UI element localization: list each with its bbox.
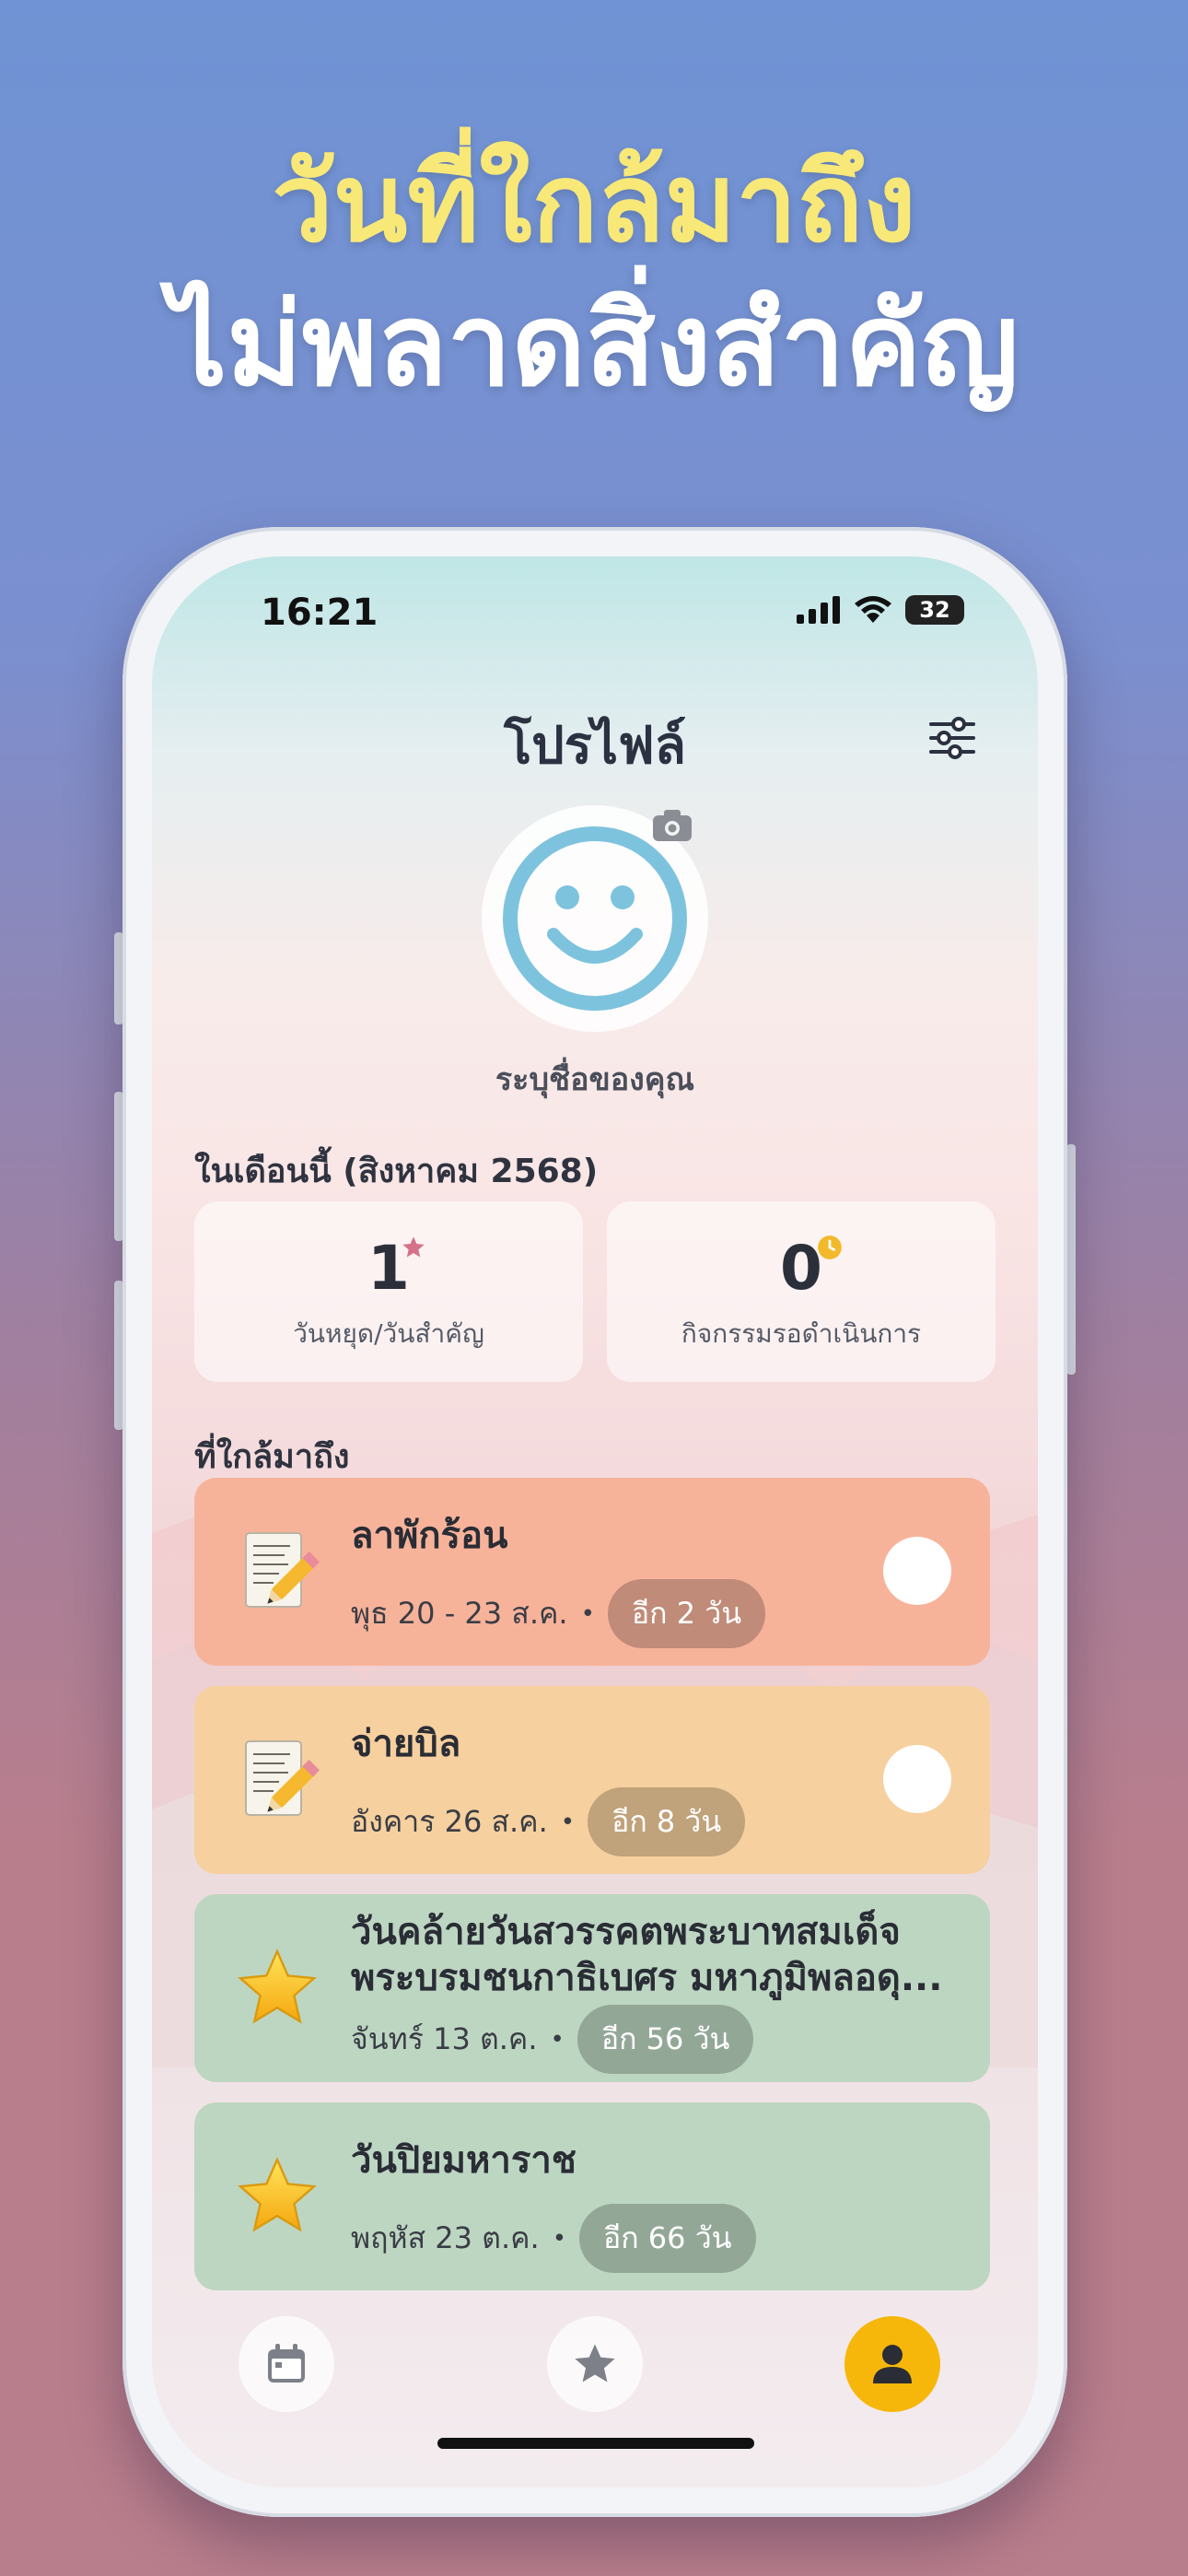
upcoming-label: ที่ใกล้มาถึง [194, 1438, 350, 1476]
event-meta: พุธ 20 - 23 ส.ค. • อีก 2 วัน [351, 1579, 766, 1648]
upcoming-card[interactable]: วันคล้ายวันสวรรคตพระบาทสมเด็จพระบรมชนกาธ… [194, 1894, 990, 2082]
page-title: โปรไฟล์ [504, 716, 686, 776]
event-name: ลาพักร้อน [351, 1515, 508, 1557]
wifi-icon [855, 596, 891, 623]
upcoming-card[interactable]: ลาพักร้อนพุธ 20 - 23 ส.ค. • อีก 2 วัน [194, 1478, 990, 1666]
event-date: พุธ 20 - 23 ส.ค. [351, 1596, 568, 1631]
battery-icon: 32 [905, 595, 964, 625]
person-icon [873, 2345, 912, 2383]
app-screen: 16:21 32 โปรไฟล์ ระบุชื่อของคุณ ในเดือนน… [152, 556, 1038, 2488]
upcoming-card[interactable]: จ่ายบิลอังคาร 26 ส.ค. • อีก 8 วัน [194, 1686, 990, 1874]
holidays-label: วันหยุด/วันสำคัญ [293, 1318, 484, 1349]
pending-label: กิจกรรมรอดำเนินการ [681, 1318, 922, 1349]
event-name: วันคล้ายวันสวรรคตพระบาทสมเด็จพระบรมชนกาธ… [351, 1911, 943, 1999]
separator-dot: • [550, 2025, 565, 2054]
event-date: จันทร์ 13 ต.ค. [351, 2021, 538, 2056]
event-name: วันปิยมหาราช [351, 2139, 577, 2182]
event-name: จ่ายบิล [351, 1723, 461, 1765]
countdown-badge: อีก 8 วัน [588, 1787, 746, 1856]
tab-calendar[interactable] [239, 2316, 334, 2412]
separator-dot: • [560, 1808, 576, 1836]
memo-icon [245, 1740, 320, 1816]
countdown-badge: อีก 56 วัน [577, 2005, 754, 2074]
name-placeholder[interactable]: ระบุชื่อของคุณ [152, 1054, 1038, 1104]
month-summary-label: ในเดือนนี้ (สิงหาคม 2568) [194, 1153, 599, 1190]
home-indicator [437, 2438, 754, 2449]
holidays-stat-card[interactable]: 1 วันหยุด/วันสำคัญ [194, 1201, 583, 1382]
tab-bar [152, 2307, 1038, 2418]
event-meta: พฤหัส 23 ต.ค. • อีก 66 วัน [351, 2204, 756, 2273]
tab-profile[interactable] [844, 2316, 940, 2412]
cellular-signal-icon [797, 596, 840, 624]
camera-icon[interactable] [649, 807, 695, 844]
upcoming-card[interactable]: วันปิยมหาราชพฤหัส 23 ต.ค. • อีก 66 วัน [194, 2102, 990, 2290]
countdown-badge: อีก 66 วัน [579, 2204, 756, 2273]
star-badge-icon [402, 1236, 425, 1258]
tab-favorites[interactable] [547, 2316, 643, 2412]
holidays-count: 1 [367, 1233, 410, 1304]
star-icon [238, 2157, 317, 2232]
event-meta: จันทร์ 13 ต.ค. • อีก 56 วัน [351, 2005, 754, 2074]
star-icon [238, 1949, 317, 2024]
status-icons: 32 [797, 595, 964, 625]
settings-sliders-icon[interactable] [927, 713, 977, 763]
power-button [1066, 1144, 1076, 1375]
clock-badge-icon [818, 1235, 842, 1259]
memo-icon [245, 1532, 320, 1608]
phone-frame: 16:21 32 โปรไฟล์ ระบุชื่อของคุณ ในเดือนน… [122, 527, 1067, 2517]
status-time: 16:21 [261, 591, 379, 634]
event-meta: อังคาร 26 ส.ค. • อีก 8 วัน [351, 1787, 746, 1856]
separator-dot: • [580, 1599, 595, 1628]
complete-checkbox[interactable] [883, 1537, 951, 1605]
event-date: อังคาร 26 ส.ค. [351, 1804, 548, 1839]
pending-stat-card[interactable]: 0 กิจกรรมรอดำเนินการ [607, 1201, 996, 1382]
headline-line2: ไม่พลาดสิ่งสำคัญ [169, 279, 1019, 412]
separator-dot: • [552, 2224, 567, 2253]
calendar-icon [268, 2344, 305, 2383]
battery-level: 32 [919, 597, 950, 623]
complete-checkbox[interactable] [883, 1745, 951, 1813]
countdown-badge: อีก 2 วัน [607, 1579, 766, 1648]
pending-count: 0 [780, 1233, 822, 1304]
event-date: พฤหัส 23 ต.ค. [351, 2220, 540, 2255]
star-icon [575, 2344, 615, 2383]
